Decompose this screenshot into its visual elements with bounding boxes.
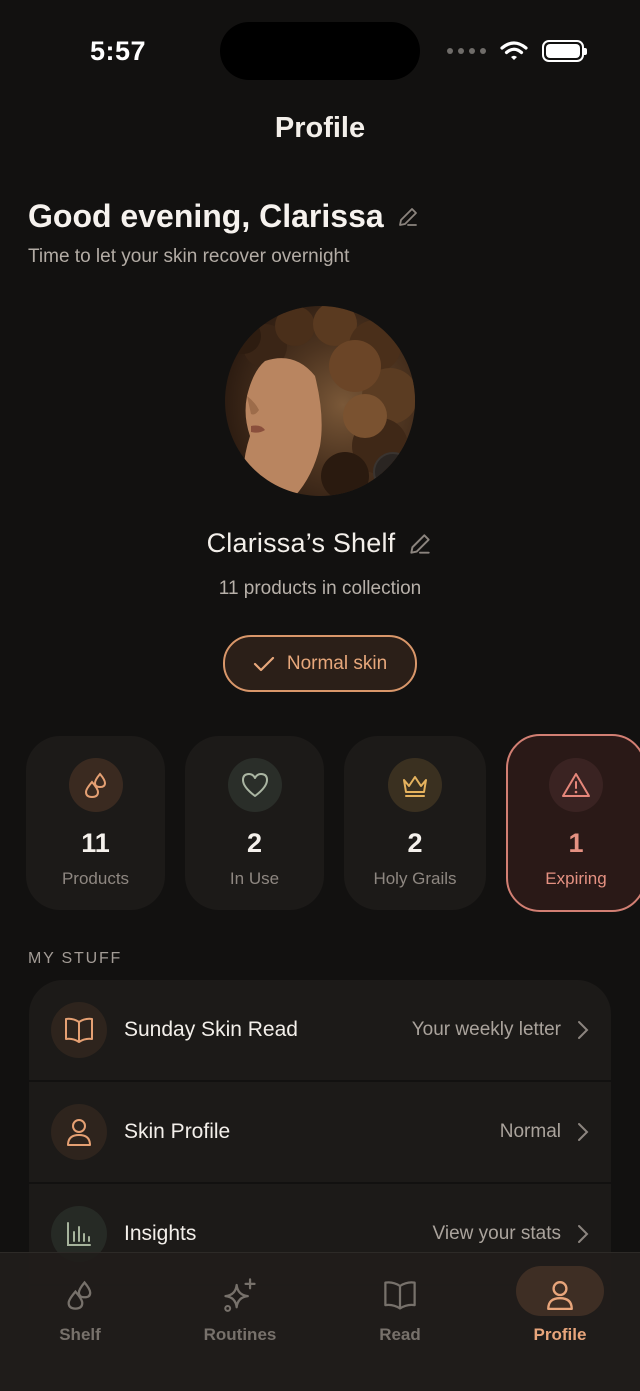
status-icons: [447, 40, 587, 62]
stat-holy-grails[interactable]: 2 Holy Grails: [344, 736, 486, 910]
tab-label: Routines: [203, 1325, 277, 1344]
stat-value: 2: [407, 828, 423, 858]
shelf-subtitle: 11 products in collection: [218, 578, 422, 599]
row-label: Skin Profile: [124, 1120, 231, 1143]
tab-label: Profile: [533, 1325, 587, 1344]
tab-shelf[interactable]: Shelf: [0, 1253, 160, 1345]
drops-icon: [68, 758, 123, 812]
tab-read[interactable]: Read: [320, 1253, 480, 1345]
wifi-icon: [500, 41, 528, 60]
tab-routines[interactable]: Routines: [160, 1253, 320, 1345]
stat-label: In Use: [229, 869, 280, 888]
tab-label: Read: [379, 1325, 421, 1344]
tab-bar: Shelf Routines Read Profile: [0, 1252, 640, 1391]
stat-label: Expiring: [545, 869, 607, 888]
heart-icon: [227, 758, 282, 812]
stat-expiring[interactable]: 1 Expiring: [506, 734, 640, 912]
shelf-name-row: Clarissa’s Shelf: [0, 528, 640, 559]
row-label: Insights: [124, 1222, 197, 1245]
edit-pencil-icon[interactable]: [396, 205, 420, 229]
greeting: Good evening, Clarissa: [28, 198, 420, 235]
warning-icon: [549, 758, 603, 812]
row-value: View your stats: [432, 1223, 561, 1244]
greeting-subtitle: Time to let your skin recover overnight: [28, 246, 350, 267]
drops-icon: [0, 1271, 160, 1319]
battery-icon: [542, 40, 587, 62]
chevron-right-icon: [578, 1225, 589, 1243]
dynamic-island: [220, 22, 420, 80]
shelf-name: Clarissa’s Shelf: [206, 528, 396, 558]
chevron-right-icon: [578, 1123, 589, 1141]
stat-value: 1: [568, 828, 584, 858]
tab-label: Shelf: [59, 1325, 101, 1344]
row-skin-profile[interactable]: Skin Profile Normal: [29, 1082, 611, 1184]
stat-label: Products: [61, 869, 130, 888]
person-icon: [51, 1104, 107, 1160]
sparkles-icon: [160, 1271, 320, 1319]
avatar-edit-badge[interactable]: [373, 452, 413, 492]
stat-label: Holy Grails: [373, 869, 457, 888]
stat-in-use[interactable]: 2 In Use: [185, 736, 324, 910]
edit-shelf-icon[interactable]: [407, 531, 433, 557]
greeting-title: Good evening, Clarissa: [28, 198, 384, 234]
status-time: 5:57: [90, 36, 147, 66]
stat-products[interactable]: 11 Products: [26, 736, 165, 910]
row-value: Your weekly letter: [411, 1019, 561, 1040]
chevron-right-icon: [578, 1021, 589, 1039]
cellular-signal-icon: [447, 48, 486, 54]
skin-type-label: Normal skin: [286, 652, 388, 674]
row-label: Sunday Skin Read: [124, 1018, 298, 1041]
section-label-my-stuff: MY STUFF: [28, 950, 123, 967]
book-icon: [320, 1271, 480, 1319]
stat-value: 2: [246, 828, 263, 858]
tab-profile[interactable]: Profile: [480, 1253, 640, 1345]
row-value: Normal: [499, 1121, 561, 1142]
crown-icon: [388, 758, 442, 812]
avatar[interactable]: [225, 306, 415, 496]
status-bar: 5:57: [0, 0, 640, 100]
checkmark-icon: [253, 656, 274, 671]
skin-type-chip[interactable]: Normal skin: [223, 635, 417, 692]
stat-value: 11: [81, 828, 110, 858]
person-icon: [480, 1271, 640, 1319]
row-sunday-skin-read[interactable]: Sunday Skin Read Your weekly letter: [29, 980, 611, 1082]
book-icon: [51, 1002, 107, 1058]
page-title: Profile: [274, 112, 366, 144]
